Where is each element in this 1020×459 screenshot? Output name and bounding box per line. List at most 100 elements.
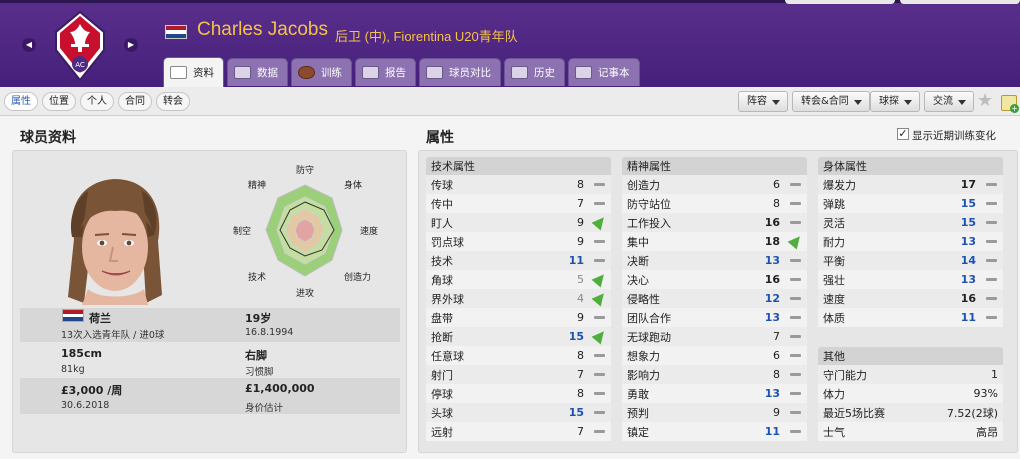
tab-profile[interactable]: 资料	[163, 57, 224, 87]
attribute-row[interactable]: 平衡 14	[818, 251, 1003, 270]
attribute-name: 头球	[431, 406, 453, 420]
attribute-row[interactable]: 侵略性 12	[622, 289, 807, 308]
bar-chart-icon	[234, 66, 251, 79]
other-name: 士气	[823, 425, 845, 439]
attribute-row[interactable]: 耐力 13	[818, 232, 1003, 251]
attribute-value: 16	[764, 216, 780, 229]
attribute-row[interactable]: 勇敢 13	[622, 384, 807, 403]
attribute-row[interactable]: 界外球 4	[426, 289, 611, 308]
trend-flat-icon	[591, 251, 611, 270]
attribute-row[interactable]: 射门 7	[426, 365, 611, 384]
training-changes-checkbox[interactable]: ✓	[897, 128, 909, 140]
tab-training[interactable]: 训练	[291, 58, 352, 86]
transfer-contract-dropdown[interactable]: 转会&合同	[792, 91, 870, 112]
club-crest-icon[interactable]: AC	[52, 10, 108, 82]
attribute-value: 12	[764, 292, 780, 305]
prev-player-icon[interactable]: ◀	[22, 38, 36, 52]
attribute-value: 13	[764, 387, 780, 400]
subtab-contract[interactable]: 合同	[118, 92, 152, 111]
radar-label-speed: 速度	[360, 225, 378, 237]
attribute-name: 速度	[823, 292, 845, 306]
attribute-row[interactable]: 速度 16	[818, 289, 1003, 308]
attribute-row[interactable]: 传中 7	[426, 194, 611, 213]
attribute-row[interactable]: 无球跑动 7	[622, 327, 807, 346]
squad-dropdown[interactable]: 阵容	[738, 91, 788, 112]
technical-attributes: 技术属性 传球 8 传中 7 盯人 9 罚点球 9 技术 11 角球 5 界外球 4 盘带 9 抢断 15 任意球 8…	[426, 157, 611, 441]
attribute-value: 11	[960, 311, 976, 324]
date-of-birth: 16.8.1994	[245, 327, 294, 338]
attribute-row[interactable]: 传球 8	[426, 175, 611, 194]
radar-label-physical: 身体	[344, 179, 362, 191]
attribute-row[interactable]: 体质 11	[818, 308, 1003, 327]
next-player-icon[interactable]: ▶	[124, 38, 138, 52]
attribute-row[interactable]: 创造力 6	[622, 175, 807, 194]
attribute-row[interactable]: 角球 5	[426, 270, 611, 289]
attribute-value: 7	[577, 197, 584, 210]
attribute-row[interactable]: 团队合作 13	[622, 308, 807, 327]
attribute-value: 8	[773, 368, 780, 381]
attribute-row[interactable]: 任意球 8	[426, 346, 611, 365]
attribute-value: 4	[577, 292, 584, 305]
other-name: 体力	[823, 387, 845, 401]
attribute-row[interactable]: 防守站位 8	[622, 194, 807, 213]
trend-flat-icon	[787, 251, 807, 270]
attribute-row[interactable]: 罚点球 9	[426, 232, 611, 251]
trend-flat-icon	[787, 327, 807, 346]
attribute-name: 平衡	[823, 254, 845, 268]
attribute-row[interactable]: 技术 11	[426, 251, 611, 270]
attribute-row[interactable]: 远射 7	[426, 422, 611, 441]
trend-flat-icon	[787, 422, 807, 441]
attribute-value: 9	[577, 235, 584, 248]
attribute-row[interactable]: 镇定 11	[622, 422, 807, 441]
window-control[interactable]	[785, 0, 895, 4]
estimated-value-label: 身价估计	[245, 403, 284, 414]
attribute-value: 9	[773, 406, 780, 419]
attribute-row[interactable]: 灵活 15	[818, 213, 1003, 232]
attribute-value: 7	[577, 368, 584, 381]
subtab-transfer[interactable]: 转会	[156, 92, 190, 111]
attribute-row[interactable]: 盘带 9	[426, 308, 611, 327]
attribute-row[interactable]: 强壮 13	[818, 270, 1003, 289]
attribute-row[interactable]: 停球 8	[426, 384, 611, 403]
attribute-row[interactable]: 集中 18	[622, 232, 807, 251]
attribute-row[interactable]: 盯人 9	[426, 213, 611, 232]
height: 185cm	[61, 347, 102, 360]
shortlist-star-icon[interactable]: ★	[977, 91, 993, 111]
tab-reports[interactable]: 报告	[355, 58, 416, 86]
tab-compare[interactable]: 球员对比	[419, 58, 501, 86]
attribute-row[interactable]: 爆发力 17	[818, 175, 1003, 194]
attribute-row[interactable]: 头球 15	[426, 403, 611, 422]
tab-stats[interactable]: 数据	[227, 58, 288, 86]
window-control[interactable]	[900, 0, 1020, 4]
attribute-name: 角球	[431, 273, 453, 287]
attribute-row[interactable]: 预判 9	[622, 403, 807, 422]
attribute-row[interactable]: 抢断 15	[426, 327, 611, 346]
subtab-personal[interactable]: 个人	[80, 92, 114, 111]
attribute-value: 6	[773, 178, 780, 191]
add-note-icon[interactable]: +	[1001, 95, 1019, 113]
history-icon	[511, 66, 528, 79]
attribute-row[interactable]: 决心 16	[622, 270, 807, 289]
tab-notebook[interactable]: 记事本	[568, 58, 640, 86]
attribute-row[interactable]: 影响力 8	[622, 365, 807, 384]
interact-dropdown[interactable]: 交流	[924, 91, 974, 112]
trend-flat-icon	[787, 384, 807, 403]
subtab-attributes[interactable]: 属性	[4, 92, 38, 111]
attribute-value: 7	[577, 425, 584, 438]
attribute-row[interactable]: 弹跳 15	[818, 194, 1003, 213]
attribute-name: 侵略性	[627, 292, 660, 306]
scout-dropdown[interactable]: 球探	[870, 91, 920, 112]
radar-label-mental: 精神	[248, 179, 266, 191]
attribute-row[interactable]: 想象力 6	[622, 346, 807, 365]
trend-up-arrow-icon	[591, 289, 611, 308]
subtab-positions[interactable]: 位置	[42, 92, 76, 111]
physical-attributes: 身体属性 爆发力 17 弹跳 15 灵活 15 耐力 13 平衡 14 强壮 13 速度 16 体质 11	[818, 157, 1003, 327]
attribute-name: 爆发力	[823, 178, 856, 192]
attribute-row[interactable]: 决断 13	[622, 251, 807, 270]
attribute-row[interactable]: 工作投入 16	[622, 213, 807, 232]
trend-flat-icon	[591, 346, 611, 365]
trend-flat-icon	[591, 175, 611, 194]
tab-history[interactable]: 历史	[504, 58, 565, 86]
tab-label: 数据	[257, 67, 278, 79]
attribute-name: 强壮	[823, 273, 845, 287]
